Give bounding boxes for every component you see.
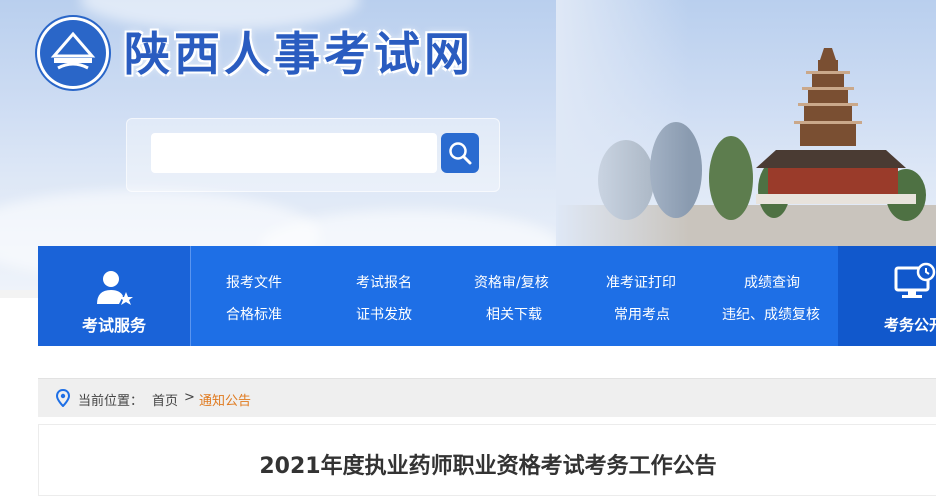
nav-exam-service[interactable]: 考试服务 bbox=[38, 246, 191, 346]
nav-link-downloads[interactable]: 相关下载 bbox=[486, 304, 542, 324]
monitor-clock-icon bbox=[894, 262, 936, 298]
user-star-icon bbox=[97, 271, 133, 305]
location-pin-icon bbox=[56, 389, 70, 407]
nav-right-label: 考务公开 bbox=[884, 316, 936, 334]
site-logo[interactable] bbox=[40, 20, 106, 86]
nav-link-baokao-files[interactable]: 报考文件 bbox=[226, 272, 282, 292]
breadcrumb-home-link[interactable]: 首页 bbox=[152, 390, 178, 409]
nav-link-common-sites[interactable]: 常用考点 bbox=[614, 304, 670, 324]
article-title: 2021年度执业药师职业资格考试考务工作公告 bbox=[259, 454, 717, 479]
nav-link-qualification-review[interactable]: 资格审/复核 bbox=[474, 272, 549, 292]
site-title: 陕西人事考试网 bbox=[124, 27, 474, 81]
breadcrumb-separator: > bbox=[184, 390, 195, 405]
search-input[interactable] bbox=[151, 133, 437, 173]
search-icon bbox=[449, 142, 472, 165]
emblem-icon bbox=[50, 31, 96, 70]
article-panel: 2021年度执业药师职业资格考试考务工作公告 bbox=[38, 424, 936, 496]
breadcrumb-current-link[interactable]: 通知公告 bbox=[199, 390, 251, 409]
nav-link-admission-ticket[interactable]: 准考证打印 bbox=[606, 272, 676, 292]
search-button[interactable] bbox=[441, 133, 479, 173]
search-box bbox=[126, 118, 500, 192]
main-nav: 考试服务 报考文件 考试报名 资格审/复核 准考证打印 成绩查询 合格标准 证书… bbox=[38, 246, 936, 346]
nav-link-exam-registration[interactable]: 考试报名 bbox=[356, 272, 412, 292]
breadcrumb: 当前位置： 首页 > 通知公告 bbox=[38, 378, 936, 417]
breadcrumb-label: 当前位置： bbox=[78, 394, 144, 409]
nav-left-label: 考试服务 bbox=[81, 316, 146, 335]
nav-link-certificate-issue[interactable]: 证书发放 bbox=[356, 304, 412, 324]
pagoda-scene-image bbox=[556, 0, 936, 250]
nav-link-pass-standard[interactable]: 合格标准 bbox=[226, 304, 282, 324]
nav-exam-affairs[interactable]: 考务公开 bbox=[838, 246, 936, 346]
nav-link-violation-review[interactable]: 违纪、成绩复核 bbox=[722, 304, 820, 324]
nav-link-score-query[interactable]: 成绩查询 bbox=[744, 272, 800, 292]
